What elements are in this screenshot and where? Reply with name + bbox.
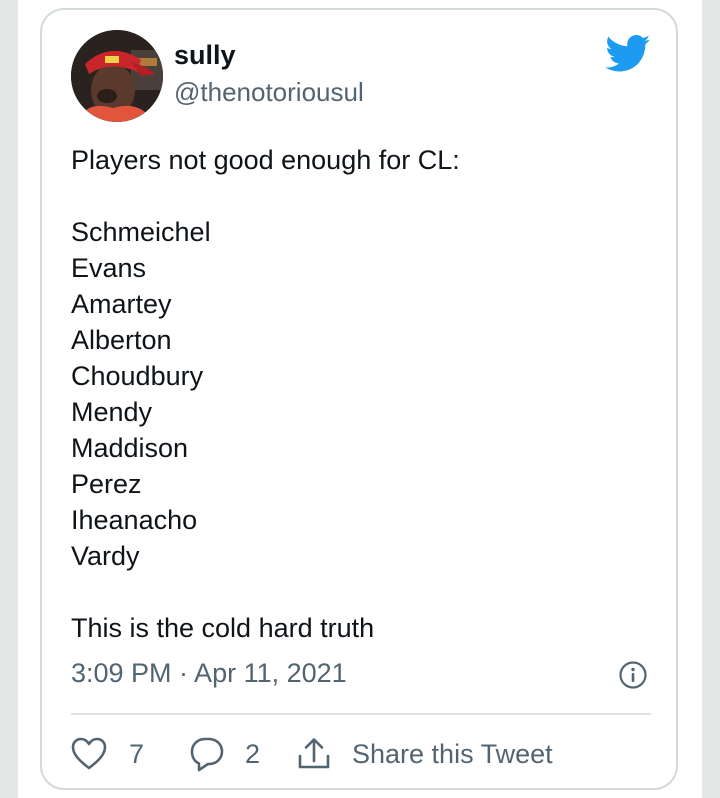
twitter-bird-icon[interactable] — [605, 35, 651, 73]
page-background: sully @thenotoriousul Players not good e… — [18, 0, 702, 798]
like-count: 7 — [129, 738, 145, 769]
tweet-closing: This is the cold hard truth — [71, 613, 375, 643]
reply-button[interactable]: 2 — [189, 732, 260, 776]
list-item: Vardy — [71, 541, 140, 571]
display-name[interactable]: sully — [174, 40, 236, 71]
reply-count: 2 — [245, 738, 261, 769]
tweet-intro: Players not good enough for CL: — [71, 145, 460, 175]
list-item: Alberton — [71, 325, 172, 355]
list-item: Mendy — [71, 397, 153, 427]
tweet-timestamp[interactable]: 3:09 PM · Apr 11, 2021 — [71, 658, 347, 689]
speech-bubble-icon — [189, 736, 225, 772]
share-arrow-icon — [296, 736, 332, 772]
share-label: Share this Tweet — [352, 738, 553, 769]
user-handle[interactable]: @thenotoriousul — [174, 77, 364, 108]
list-item: Choudbury — [71, 361, 204, 391]
share-button[interactable]: Share this Tweet — [296, 732, 553, 776]
tweet-actions: 7 2 Share this Tweet — [71, 732, 651, 776]
like-button[interactable]: 7 — [71, 732, 144, 776]
player-list: Schmeichel Evans Amartey Alberton Choudb… — [71, 214, 651, 574]
list-item: Maddison — [71, 433, 189, 463]
list-item: Amartey — [71, 289, 172, 319]
list-item: Iheanacho — [71, 505, 198, 535]
tweet-card: sully @thenotoriousul Players not good e… — [40, 8, 678, 790]
tweet-text: Players not good enough for CL: Schmeich… — [71, 142, 651, 646]
info-icon[interactable] — [618, 660, 648, 690]
avatar[interactable] — [71, 30, 163, 122]
heart-icon — [71, 737, 107, 771]
divider — [71, 713, 651, 715]
list-item: Perez — [71, 469, 142, 499]
list-item: Evans — [71, 253, 147, 283]
avatar-image — [71, 30, 163, 122]
list-item: Schmeichel — [71, 217, 211, 247]
